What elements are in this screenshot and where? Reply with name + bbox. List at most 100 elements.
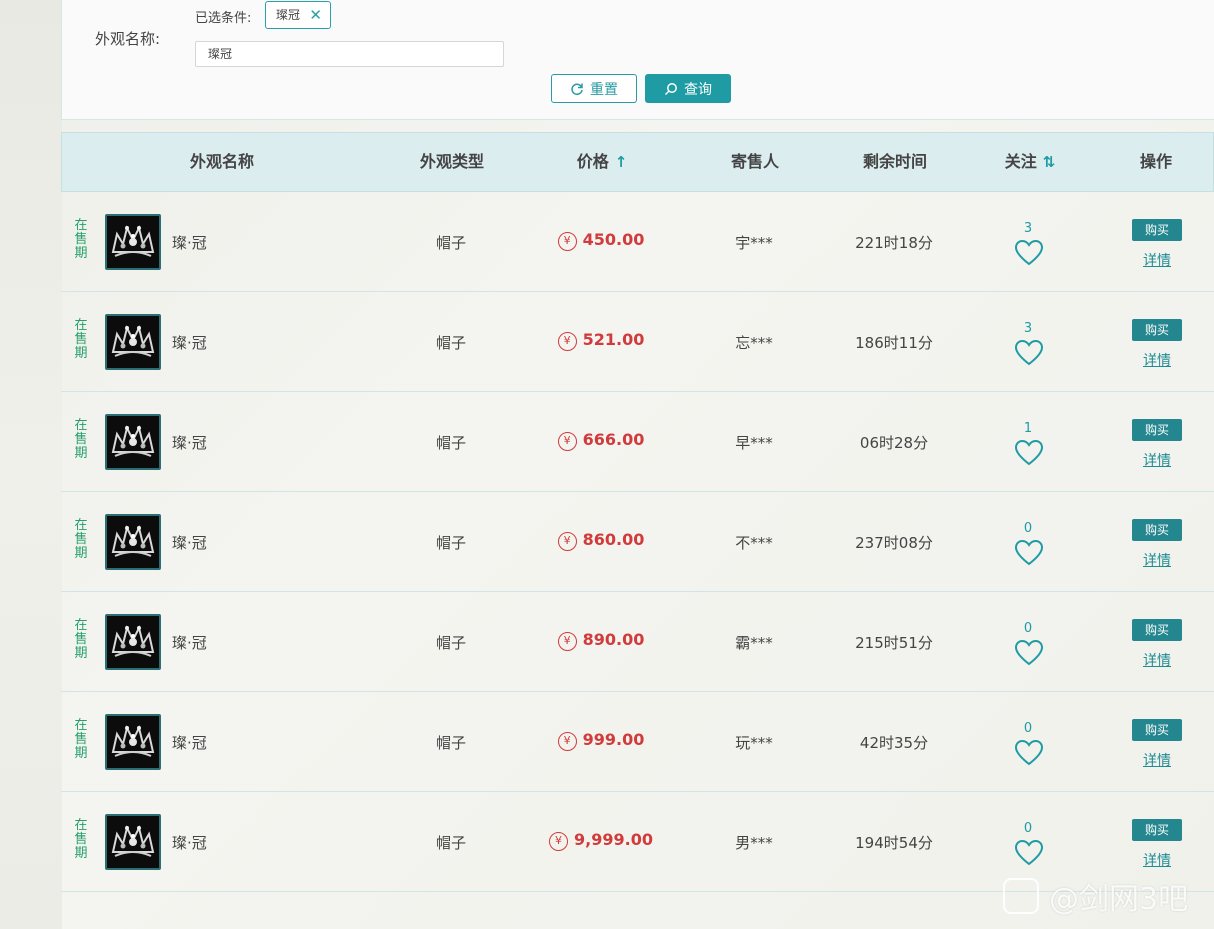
crown-icon[interactable]	[105, 214, 161, 270]
status-badge: 在售期	[74, 518, 88, 561]
price-value: 9,999.00	[574, 830, 653, 849]
crown-icon[interactable]	[105, 814, 161, 870]
follow-count: 3	[1023, 221, 1033, 236]
buy-button[interactable]: 购买	[1132, 819, 1182, 841]
buy-button[interactable]: 购买	[1132, 219, 1182, 241]
buy-button[interactable]: 购买	[1132, 319, 1182, 341]
table-row: 在售期 璨·冠 帽子 ¥890.00 霸*** 215时51分 0 购买 详情	[61, 592, 1214, 692]
seller-name: 男***	[735, 834, 773, 852]
yen-icon: ¥	[557, 632, 577, 651]
header-follow[interactable]: 关注 ⇅	[970, 133, 1090, 191]
table-row: 在售期 璨·冠 帽子 ¥450.00 宇*** 221时18分 3 购买 详情	[61, 192, 1214, 292]
follow-count: 0	[1023, 821, 1033, 836]
yen-icon: ¥	[557, 332, 577, 351]
refresh-icon	[571, 83, 583, 95]
header-price-label: 价格	[576, 152, 609, 171]
listing-table: 外观名称 外观类型 价格 ↑ 寄售人 剩余时间 关注 ⇅ 操作 在售期 璨·冠 帽子…	[61, 132, 1214, 892]
price-value: 521.00	[582, 330, 645, 349]
item-price: ¥666.00	[531, 430, 671, 451]
price-value: 999.00	[582, 730, 645, 749]
detail-link[interactable]: 详情	[1132, 550, 1182, 570]
seller-name: 宇***	[735, 234, 773, 252]
buy-button[interactable]: 购买	[1132, 419, 1182, 441]
item-type: 帽子	[435, 834, 466, 852]
header-name: 外观名称	[189, 152, 254, 171]
crown-icon[interactable]	[105, 614, 161, 670]
item-name[interactable]: 璨·冠	[172, 532, 207, 553]
yen-icon: ¥	[557, 732, 577, 751]
search-icon	[664, 82, 677, 95]
detail-link[interactable]: 详情	[1132, 250, 1182, 270]
table-row: 在售期 璨·冠 帽子 ¥860.00 不*** 237时08分 0 购买 详情	[61, 492, 1214, 592]
item-price: ¥9,999.00	[531, 830, 671, 851]
heart-icon[interactable]	[1014, 539, 1044, 571]
crown-icon[interactable]	[105, 314, 161, 370]
time-left: 186时11分	[855, 334, 933, 352]
seller-name: 不***	[735, 534, 773, 552]
item-price: ¥860.00	[531, 530, 671, 551]
detail-link[interactable]: 详情	[1132, 750, 1182, 770]
item-type: 帽子	[435, 234, 466, 252]
sort-icon[interactable]: ⇅	[1043, 153, 1056, 171]
crown-icon[interactable]	[105, 714, 161, 770]
heart-icon[interactable]	[1014, 739, 1044, 771]
table-body: 在售期 璨·冠 帽子 ¥450.00 宇*** 221时18分 3 购买 详情 …	[61, 192, 1214, 892]
heart-icon[interactable]	[1014, 239, 1044, 271]
selected-condition-tag[interactable]: 璨冠 ✕	[265, 1, 331, 29]
reset-label: 重置	[590, 81, 618, 98]
detail-link[interactable]: 详情	[1132, 350, 1182, 370]
status-badge: 在售期	[74, 318, 88, 361]
item-name[interactable]: 璨·冠	[172, 732, 207, 753]
crown-icon[interactable]	[105, 414, 161, 470]
header-seller: 寄售人	[730, 152, 779, 171]
detail-link[interactable]: 详情	[1132, 850, 1182, 870]
arrow-up-icon[interactable]: ↑	[615, 153, 628, 171]
follow-count: 3	[1023, 321, 1033, 336]
detail-link[interactable]: 详情	[1132, 450, 1182, 470]
heart-icon[interactable]	[1014, 639, 1044, 671]
appearance-name-label: 外观名称:	[95, 30, 161, 48]
item-name[interactable]: 璨·冠	[172, 232, 207, 253]
heart-icon[interactable]	[1014, 439, 1044, 471]
tieba-logo-icon	[1003, 878, 1039, 914]
query-label: 查询	[684, 81, 712, 98]
status-badge: 在售期	[74, 618, 88, 661]
yen-icon: ¥	[557, 232, 577, 251]
header-follow-label: 关注	[1004, 152, 1037, 171]
selected-conditions-label: 已选条件:	[195, 11, 252, 26]
reset-button[interactable]: 重置	[551, 74, 637, 103]
heart-icon[interactable]	[1014, 839, 1044, 871]
follow-count: 0	[1023, 721, 1033, 736]
header-time-left: 剩余时间	[862, 152, 927, 171]
price-value: 860.00	[582, 530, 645, 549]
item-name[interactable]: 璨·冠	[172, 832, 207, 853]
buy-button[interactable]: 购买	[1132, 619, 1182, 641]
item-price: ¥521.00	[531, 330, 671, 351]
item-name[interactable]: 璨·冠	[172, 632, 207, 653]
appearance-name-input[interactable]: 璨冠	[195, 41, 504, 67]
yen-icon: ¥	[557, 432, 577, 451]
table-header: 外观名称 外观类型 价格 ↑ 寄售人 剩余时间 关注 ⇅ 操作	[61, 132, 1214, 192]
header-price[interactable]: 价格 ↑	[542, 133, 662, 191]
buy-button[interactable]: 购买	[1132, 519, 1182, 541]
page-background-left	[0, 0, 62, 929]
status-badge: 在售期	[74, 818, 88, 861]
close-icon[interactable]: ✕	[309, 2, 322, 28]
time-left: 215时51分	[855, 634, 933, 652]
seller-name: 霸***	[735, 634, 773, 652]
buy-button[interactable]: 购买	[1132, 719, 1182, 741]
query-button[interactable]: 查询	[645, 74, 731, 103]
header-action: 操作	[1139, 152, 1172, 171]
yen-icon: ¥	[557, 532, 577, 551]
item-price: ¥450.00	[531, 230, 671, 251]
price-value: 890.00	[582, 630, 645, 649]
heart-icon[interactable]	[1014, 339, 1044, 371]
item-name[interactable]: 璨·冠	[172, 332, 207, 353]
item-type: 帽子	[435, 534, 466, 552]
item-name[interactable]: 璨·冠	[172, 432, 207, 453]
crown-icon[interactable]	[105, 514, 161, 570]
item-price: ¥890.00	[531, 630, 671, 651]
status-badge: 在售期	[74, 718, 88, 761]
price-value: 450.00	[582, 230, 645, 249]
detail-link[interactable]: 详情	[1132, 650, 1182, 670]
